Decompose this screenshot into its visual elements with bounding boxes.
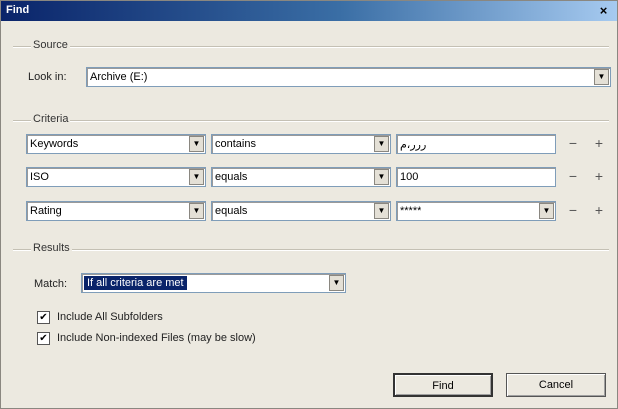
criteria-value-text: ررر،م [400,139,427,151]
rating-value-select[interactable]: ***** ▼ [396,201,556,221]
chevron-down-icon[interactable]: ▼ [189,169,204,185]
criteria-operator-value: equals [215,171,248,183]
look-in-label: Look in: [28,71,67,83]
criteria-value-input[interactable]: 100 [396,167,556,187]
match-select[interactable]: If all criteria are met ▼ [81,273,346,293]
chevron-down-icon[interactable]: ▼ [374,136,389,152]
match-value: If all criteria are met [84,276,187,290]
look-in-value: Archive (E:) [90,71,148,83]
criteria-field-value: ISO [30,171,49,183]
criteria-field-select[interactable]: Rating ▼ [26,201,206,221]
window-title: Find [6,4,30,16]
title-bar[interactable]: Find × [1,1,617,21]
add-criteria-button[interactable]: + [591,203,607,219]
chevron-down-icon[interactable]: ▼ [189,136,204,152]
checkmark-icon: ✔ [39,333,48,344]
chevron-down-icon[interactable]: ▼ [539,203,554,219]
include-nonindexed-label: Include Non-indexed Files (may be slow) [57,332,256,344]
results-divider [13,249,609,251]
criteria-field-value: Rating [30,205,62,217]
criteria-operator-select[interactable]: equals ▼ [211,201,391,221]
add-criteria-button[interactable]: + [591,136,607,152]
criteria-group-label: Criteria [31,113,71,125]
results-group-label: Results [31,242,72,254]
criteria-operator-value: equals [215,205,248,217]
criteria-value-input[interactable]: ررر،م [396,134,556,154]
source-divider [13,46,609,48]
remove-criteria-button[interactable]: − [565,136,581,152]
criteria-field-value: Keywords [30,138,79,150]
find-button[interactable]: Find [393,373,493,397]
cancel-button[interactable]: Cancel [506,373,606,397]
criteria-field-select[interactable]: ISO ▼ [26,167,206,187]
source-group-label: Source [31,39,70,51]
criteria-operator-value: contains [215,138,256,150]
match-label: Match: [34,278,68,290]
add-criteria-button[interactable]: + [591,169,607,185]
include-subfolders-label: Include All Subfolders [57,311,163,323]
find-dialog: Find × Source Look in: Archive (E:) ▼ Cr… [0,0,618,409]
criteria-field-select[interactable]: Keywords ▼ [26,134,206,154]
chevron-down-icon[interactable]: ▼ [329,275,344,291]
criteria-value-text: 100 [400,171,419,183]
include-subfolders-checkbox[interactable]: ✔ [37,311,50,324]
criteria-operator-select[interactable]: contains ▼ [211,134,391,154]
chevron-down-icon[interactable]: ▼ [374,169,389,185]
remove-criteria-button[interactable]: − [565,169,581,185]
look-in-select[interactable]: Archive (E:) ▼ [86,67,611,87]
rating-value-text: ***** [400,205,422,217]
remove-criteria-button[interactable]: − [565,203,581,219]
chevron-down-icon[interactable]: ▼ [374,203,389,219]
close-icon[interactable]: × [596,3,611,18]
chevron-down-icon[interactable]: ▼ [594,69,609,85]
checkmark-icon: ✔ [39,312,48,323]
criteria-divider [13,120,609,122]
criteria-operator-select[interactable]: equals ▼ [211,167,391,187]
include-nonindexed-checkbox[interactable]: ✔ [37,332,50,345]
chevron-down-icon[interactable]: ▼ [189,203,204,219]
